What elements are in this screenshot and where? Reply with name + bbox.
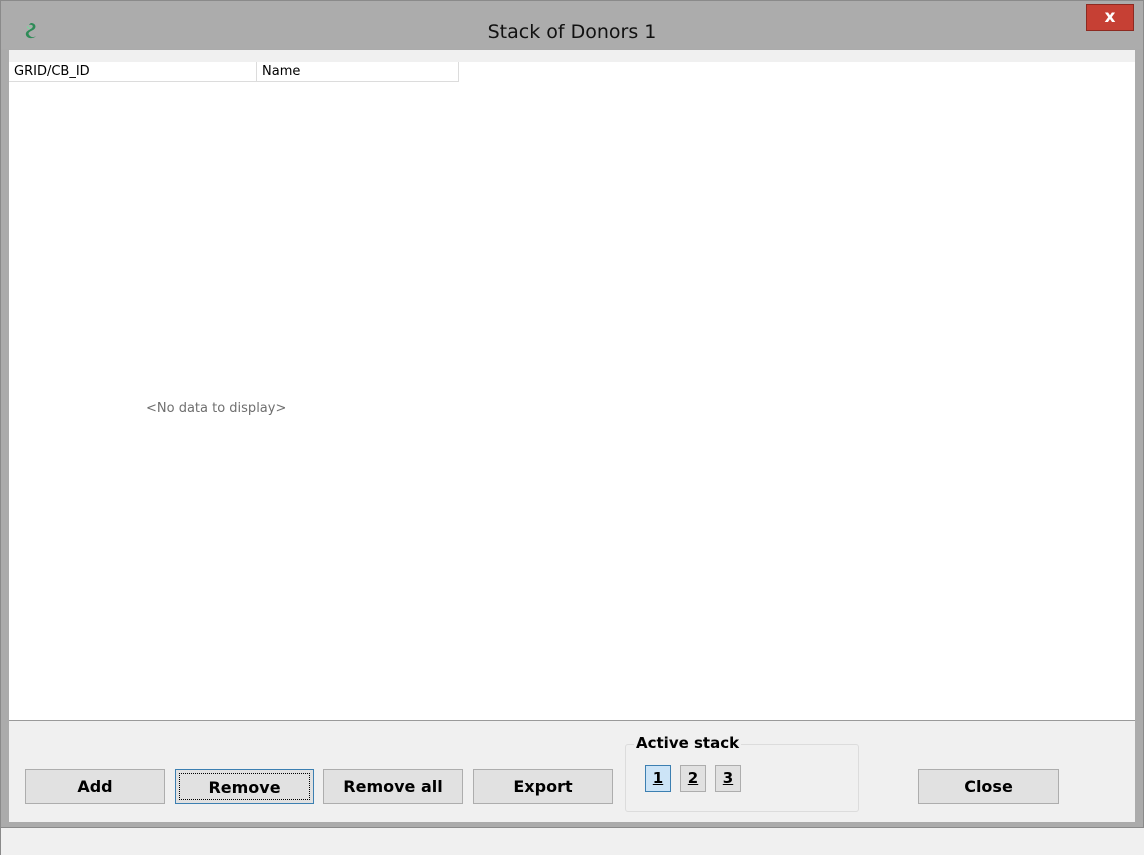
column-header-grid-cb-id[interactable]: GRID/CB_ID [9,62,257,82]
empty-grid-message: <No data to display> [146,401,287,416]
stack-2-button[interactable]: 2 [680,765,706,792]
stack-3-button[interactable]: 3 [715,765,741,792]
column-header-name[interactable]: Name [257,62,459,82]
stack-1-button[interactable]: 1 [645,765,671,792]
close-button[interactable]: Close [918,769,1059,804]
active-stack-label: Active stack [634,734,742,752]
dialog-window: Stack of Donors 1 x GRID/CB_ID Name <No … [0,0,1144,828]
dialog-content: GRID/CB_ID Name <No data to display> Add… [9,50,1135,822]
remove-all-button[interactable]: Remove all [323,769,463,804]
grid-header: GRID/CB_ID Name [9,62,459,83]
status-bar [0,828,1144,855]
remove-button-label: Remove [179,773,310,800]
add-button[interactable]: Add [25,769,165,804]
donor-grid[interactable]: GRID/CB_ID Name <No data to display> [9,62,1135,721]
remove-button[interactable]: Remove [175,769,314,804]
window-title: Stack of Donors 1 [487,21,657,43]
export-button[interactable]: Export [473,769,613,804]
close-window-button[interactable]: x [1086,4,1134,31]
title-bar[interactable]: Stack of Donors 1 x [1,1,1143,49]
